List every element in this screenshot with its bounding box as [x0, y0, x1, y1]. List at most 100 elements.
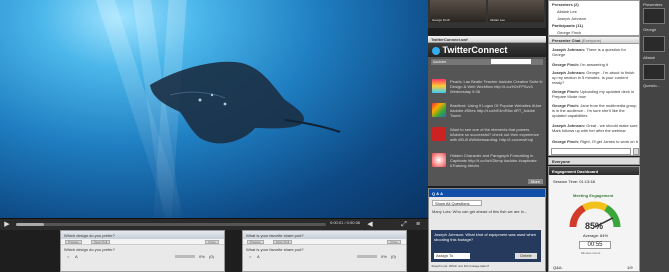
- seek-fill: [16, 223, 44, 226]
- camera-feed: George Finch: [430, 0, 486, 22]
- delete-button[interactable]: Delete: [515, 253, 537, 259]
- layout-thumb[interactable]: [643, 8, 665, 24]
- poll-option-label: A: [75, 254, 78, 259]
- layout-label: Questio...: [643, 83, 661, 88]
- qa-question[interactable]: Many Lots: Who can get ahead of this fis…: [432, 209, 542, 214]
- radio-icon[interactable]: ○: [67, 254, 69, 259]
- radio-icon[interactable]: ○: [249, 254, 251, 259]
- qa-filter-select[interactable]: Show All Questions: [432, 200, 482, 206]
- poll-pct: 0%: [381, 254, 387, 259]
- avatar: [432, 153, 446, 167]
- twitter-title: TwitterConnect: [442, 45, 508, 55]
- close-poll-button[interactable]: Close: [387, 240, 401, 244]
- chat-message: George Finch: Jane from the multimedia g…: [552, 103, 638, 118]
- play-icon[interactable]: ▶: [3, 221, 11, 229]
- timecode: 0:00:01 / 0:00:36: [330, 220, 361, 225]
- chat-author: George Finch:: [552, 139, 580, 144]
- qa-title: Q & A: [429, 189, 545, 197]
- avatar: [432, 127, 446, 141]
- avatar: [432, 79, 446, 93]
- search-input[interactable]: [491, 59, 531, 64]
- prepare-button[interactable]: Prepare: [247, 240, 264, 244]
- video-player[interactable]: [0, 0, 428, 218]
- presenters-heading[interactable]: Presenters (2): [552, 2, 579, 7]
- stingray-image: [150, 61, 341, 144]
- gauge-mid: [582, 201, 608, 212]
- chat-tab-everyone[interactable]: Everyone: [548, 157, 640, 165]
- engagement-title: Engagement Dashboard: [549, 167, 639, 175]
- participants-heading[interactable]: Participants (11): [552, 23, 583, 28]
- attendee-name[interactable]: George Finch: [557, 30, 581, 35]
- camera-feed: Alistair Lee: [488, 0, 544, 22]
- poll-question: What is your favorite share pod?: [246, 247, 304, 252]
- camera-label: George Finch: [432, 18, 451, 22]
- tweet-text: Want to see one of the elements that pow…: [450, 127, 539, 142]
- chat-message: George Finch: Uploading my updated deck …: [552, 89, 638, 99]
- qa-detail-text: Joseph Johnson: What kind of equipment w…: [434, 232, 537, 242]
- poll-question: Which design do you prefer?: [64, 247, 115, 252]
- qa-stat-value: 1/9: [627, 265, 633, 270]
- pod-title: TwitterConnect.swf: [428, 36, 546, 43]
- tweet-text: Hidden Character and Paragraph Formattin…: [450, 153, 537, 168]
- more-button[interactable]: More: [527, 179, 543, 184]
- layout-thumb[interactable]: [643, 64, 665, 80]
- search-label: #adobe: [433, 59, 447, 64]
- poll-option-label: A: [257, 254, 260, 259]
- seek-bar[interactable]: [16, 223, 326, 226]
- poll-toolbar: Prepare Open Poll Close: [243, 239, 406, 245]
- layouts-bar: Presenters George Alistair Questio...: [640, 0, 669, 272]
- assign-to-select[interactable]: Assign To: [434, 253, 470, 259]
- poll-count: (0): [209, 254, 214, 259]
- poll-title: What is your favorite share pod?: [243, 231, 406, 239]
- qa-detail: Joseph Johnson: What kind of equipment w…: [431, 230, 541, 262]
- qa-stat-label: Q&A:: [553, 265, 563, 270]
- engagement-pod: Engagement Dashboard Session Time: 01:13…: [548, 166, 640, 272]
- chat-message: George Finch: Right, I'll get James to w…: [552, 139, 638, 144]
- layout-thumb[interactable]: [643, 36, 665, 52]
- poll-option[interactable]: ○ A 0% (0): [247, 254, 406, 260]
- fullscreen-icon[interactable]: ⤢: [400, 221, 408, 229]
- close-poll-button[interactable]: Close: [205, 240, 219, 244]
- chat-text: I'm answering it: [580, 62, 608, 67]
- twitter-bird-icon: [432, 46, 440, 55]
- layout-label: George: [643, 27, 657, 32]
- minutes-counter: 00:55: [579, 241, 611, 249]
- attendee-name[interactable]: Joseph Johnson: [557, 16, 586, 21]
- open-poll-button[interactable]: Open Poll: [273, 240, 293, 244]
- prepare-button[interactable]: Prepare: [65, 240, 82, 244]
- chat-title-bar: Presenter Chat (Everyone): [549, 37, 639, 44]
- attendee-name[interactable]: Alistair Lee: [557, 9, 577, 14]
- poll-title: Which design do you prefer?: [61, 231, 224, 239]
- volume-icon[interactable]: ◀: [366, 221, 374, 229]
- poll-result-bar: [175, 255, 195, 258]
- poll-option[interactable]: ○ A 0% (0): [65, 254, 224, 260]
- chat-title: Presenter Chat: [552, 38, 581, 43]
- session-time: Session Time: 01:13:48: [553, 179, 595, 184]
- poll-result-bar: [357, 255, 377, 258]
- twitter-pod: TwitterConnect.swf TwitterConnect #adobe…: [428, 36, 546, 186]
- gauge-low: [569, 204, 586, 228]
- tweet[interactable]: Hidden Character and Paragraph Formattin…: [432, 153, 544, 175]
- settings-icon[interactable]: ≡: [414, 221, 422, 229]
- qa-footer: Joseph Lots: Which one this footage take…: [431, 264, 490, 268]
- engagement-average: Average: 64%: [583, 233, 609, 238]
- camera-label: Alistair Lee: [490, 18, 505, 22]
- layout-label: Alistair: [643, 55, 656, 60]
- counter-label: Minutes Count: [581, 251, 601, 255]
- tweet-text: Bradford: Using 9 Logos Of Popular Websi…: [450, 103, 542, 118]
- chat-message: Joseph Johnson: There is a question for …: [552, 47, 638, 57]
- chat-input[interactable]: [551, 148, 631, 155]
- tweet[interactable]: Want to see one of the elements that pow…: [432, 127, 544, 149]
- send-icon[interactable]: [633, 148, 639, 155]
- avatar: [432, 103, 446, 117]
- poll-pod-2: What is your favorite share pod? Prepare…: [242, 230, 407, 272]
- tweet[interactable]: Pearls: Las Beatle Teacher #adobe Creati…: [432, 79, 544, 101]
- tweet[interactable]: Bradford: Using 9 Logos Of Popular Websi…: [432, 103, 544, 125]
- poll-pod-1: Which design do you prefer? Prepare Open…: [60, 230, 225, 272]
- meter-title: Meeting Engagement: [573, 193, 614, 198]
- attendee-pod: Presenters (2) Alistair Lee Joseph Johns…: [548, 0, 640, 36]
- gauge-high: [604, 204, 621, 228]
- chat-subtitle: (Everyone): [581, 38, 602, 43]
- chat-pod: Presenter Chat (Everyone) Joseph Johnson…: [548, 36, 640, 156]
- open-poll-button[interactable]: Open Poll: [91, 240, 111, 244]
